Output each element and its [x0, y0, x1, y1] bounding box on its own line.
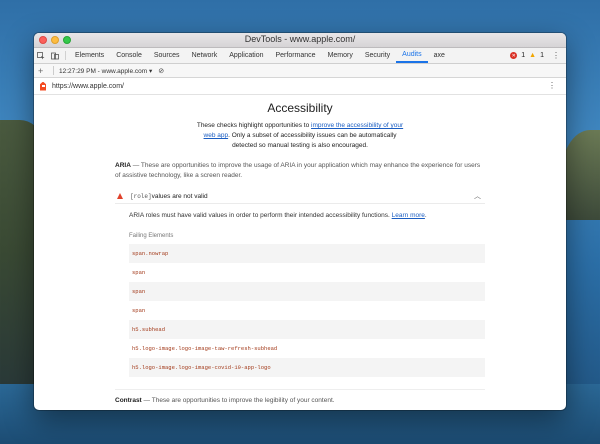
- aria-group-description: — These are opportunities to improve the…: [115, 162, 481, 179]
- report-selector[interactable]: 12:27:29 PM - www.apple.com ▾: [59, 67, 152, 75]
- failing-elements-label: Failing Elements: [129, 233, 174, 239]
- more-options-icon[interactable]: ⋮: [552, 51, 560, 60]
- devtools-window: DevTools - www.apple.com/ Elements Conso…: [34, 33, 566, 410]
- failing-elements-list: span.nowrap span span span h5.subhead h5…: [129, 244, 485, 377]
- tab-network[interactable]: Network: [186, 48, 224, 63]
- category-title: Accessibility: [267, 101, 333, 115]
- report-url-bar: https://www.apple.com/ ⋮: [34, 78, 566, 95]
- aria-group-header: ARIA — These are opportunities to improv…: [115, 161, 485, 181]
- contrast-group-description: — These are opportunities to improve the…: [141, 397, 335, 404]
- lighthouse-icon: [40, 81, 46, 91]
- error-count: 1: [521, 52, 526, 59]
- report-content: Accessibility These checks highlight opp…: [34, 95, 566, 410]
- audit-description: ARIA roles must have valid values in ord…: [129, 212, 427, 219]
- toolbar-divider: [65, 51, 66, 60]
- tab-performance[interactable]: Performance: [270, 48, 322, 63]
- tab-console[interactable]: Console: [110, 48, 148, 63]
- failing-element-row[interactable]: h5.subhead: [129, 320, 485, 339]
- warning-count: 1: [540, 52, 544, 59]
- failing-element-row[interactable]: span: [129, 263, 485, 282]
- tab-elements[interactable]: Elements: [69, 48, 110, 63]
- report-menu-icon[interactable]: ⋮: [548, 81, 556, 90]
- toolbar-divider: [53, 66, 54, 75]
- device-toolbar-icon[interactable]: [48, 48, 62, 63]
- new-audit-icon[interactable]: +: [38, 66, 48, 76]
- inspect-element-icon[interactable]: [34, 48, 48, 63]
- failing-element-row[interactable]: h5.logo-image.logo-image-covid-19-app-lo…: [129, 358, 485, 377]
- chevron-up-icon[interactable]: ︿: [474, 191, 481, 201]
- audit-title: values are not valid: [151, 192, 208, 200]
- title-bar: DevTools - www.apple.com/: [34, 33, 566, 48]
- aria-group-title: ARIA: [115, 162, 131, 169]
- tab-memory[interactable]: Memory: [322, 48, 359, 63]
- failing-element-row[interactable]: h5.logo-image.logo-image-taw-refresh-sub…: [129, 339, 485, 358]
- window-title: DevTools - www.apple.com/: [244, 34, 356, 44]
- tab-audits[interactable]: Audits: [396, 48, 428, 63]
- tab-application[interactable]: Application: [223, 48, 269, 63]
- devtools-tab-bar: Elements Console Sources Network Applica…: [34, 48, 566, 64]
- contrast-group-header: Contrast — These are opportunities to im…: [115, 389, 485, 404]
- contrast-group-title: Contrast: [115, 397, 142, 404]
- clear-reports-icon[interactable]: ⊘: [158, 67, 164, 75]
- warning-icon: ▲: [529, 52, 537, 59]
- tab-security[interactable]: Security: [359, 48, 396, 63]
- fail-triangle-icon: [117, 193, 123, 199]
- tab-sources[interactable]: Sources: [148, 48, 186, 63]
- category-description: These checks highlight opportunities to …: [196, 122, 404, 149]
- audits-toolbar: + 12:27:29 PM - www.apple.com ▾ ⊘: [34, 64, 566, 78]
- learn-more-link[interactable]: Learn more: [392, 212, 425, 219]
- tab-axe[interactable]: axe: [428, 48, 451, 63]
- desktop-landmass-right: [560, 130, 600, 220]
- status-counters[interactable]: ✕ 1 ▲ 1 ⋮: [510, 48, 566, 63]
- report-url[interactable]: https://www.apple.com/: [52, 83, 124, 90]
- error-icon: ✕: [510, 52, 518, 59]
- audit-code: [role]: [130, 192, 152, 200]
- failing-element-row[interactable]: span: [129, 282, 485, 301]
- failing-element-row[interactable]: span.nowrap: [129, 244, 485, 263]
- audit-aria-roles-header[interactable]: [role] values are not valid ︿: [115, 189, 485, 204]
- failing-element-row[interactable]: span: [129, 301, 485, 320]
